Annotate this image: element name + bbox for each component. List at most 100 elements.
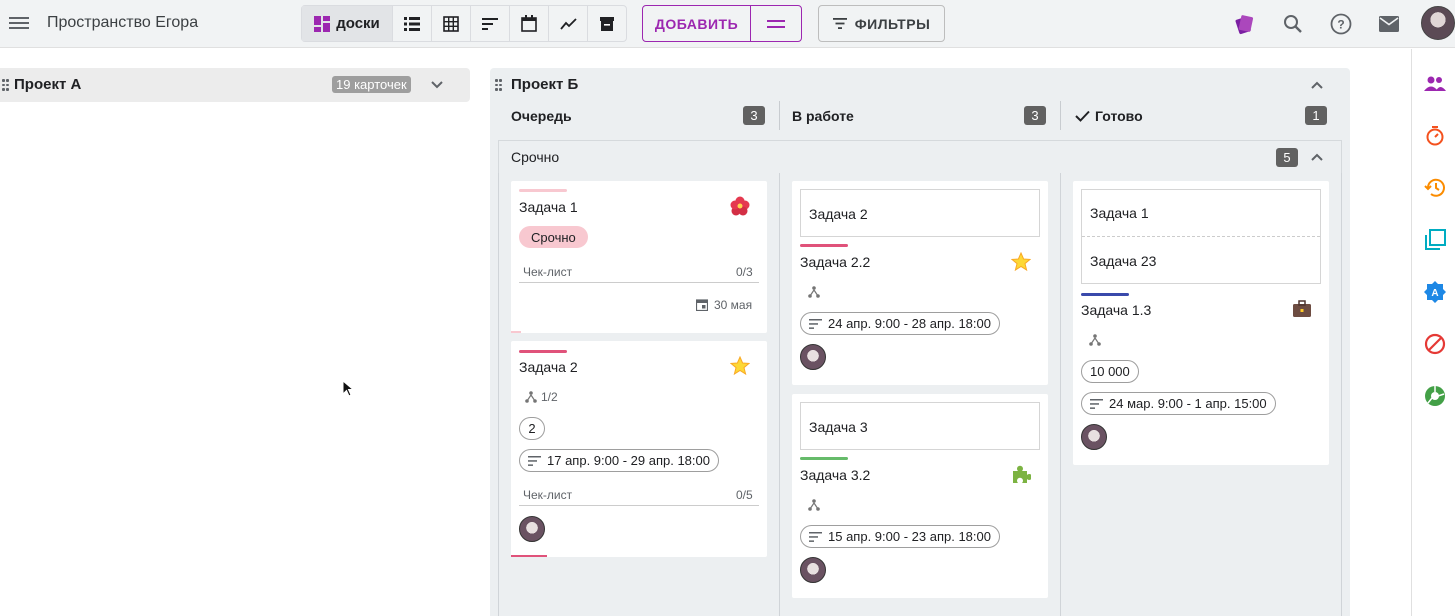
- period-field: 15 апр. 9:00 - 23 апр. 18:00: [800, 525, 1000, 548]
- period-text: 17 апр. 9:00 - 29 апр. 18:00: [547, 453, 710, 468]
- task-card[interactable]: Задача 1 Задача 23 Задача 1.3 10 000 24 …: [1073, 181, 1329, 465]
- boards-view-label: доски: [336, 15, 380, 32]
- top-bar: Пространство Егора доски ДОБАВИТЬ ФИЛЬТР…: [0, 0, 1455, 48]
- add-menu-button[interactable]: [751, 6, 801, 41]
- drag-handle-icon[interactable]: [495, 79, 503, 91]
- swimlane-count: 5: [1276, 148, 1298, 167]
- subtasks-icon: [808, 286, 820, 298]
- column-in-progress-count: 3: [1024, 106, 1046, 125]
- briefcase-icon: [1293, 300, 1311, 317]
- check-icon: [1075, 110, 1090, 122]
- add-button-group: ДОБАВИТЬ: [642, 5, 802, 42]
- block-icon[interactable]: [1424, 333, 1446, 355]
- right-sidebar: A: [1411, 49, 1455, 616]
- column-done-count: 1: [1305, 106, 1327, 125]
- parent-task[interactable]: Задача 2: [800, 189, 1040, 237]
- period-text: 24 апр. 9:00 - 28 апр. 18:00: [828, 316, 991, 331]
- parent-task-title: Задача 2: [809, 205, 868, 222]
- hibiscus-icon: [730, 196, 750, 216]
- star-icon: [1011, 252, 1031, 272]
- chart-view-button[interactable]: [548, 6, 587, 41]
- drag-lines-icon: [767, 19, 785, 28]
- checklist-progress: [519, 505, 759, 506]
- mail-icon[interactable]: [1377, 12, 1401, 36]
- chevron-down-icon[interactable]: [431, 81, 443, 89]
- column-divider: [779, 101, 780, 130]
- parent-task-title[interactable]: Задача 1: [1082, 190, 1320, 237]
- period-field: 24 мар. 9:00 - 1 апр. 15:00: [1081, 392, 1276, 415]
- tag-urgent[interactable]: Срочно: [519, 226, 588, 248]
- list-view-button[interactable]: [392, 6, 431, 41]
- drag-handle-icon[interactable]: [2, 79, 10, 91]
- chevron-up-icon[interactable]: [1311, 153, 1323, 161]
- card-title: Задача 2: [519, 359, 578, 375]
- hamburger-menu-icon[interactable]: [9, 14, 29, 34]
- number-field: 2: [519, 417, 545, 440]
- parent-task-title: Задача 3: [809, 418, 868, 435]
- filters-label: ФИЛЬТРЫ: [854, 15, 931, 32]
- task-card[interactable]: Задача 3 Задача 3.2 15 апр. 9:00 - 23 ап…: [792, 394, 1048, 598]
- subtasks-icon: [1089, 334, 1101, 346]
- parent-task-title[interactable]: Задача 23: [1082, 237, 1320, 284]
- column-divider: [779, 173, 780, 616]
- checklist-progress: [519, 282, 759, 283]
- column-queue-count: 3: [743, 106, 765, 125]
- gantt-view-button[interactable]: [470, 6, 509, 41]
- list-view-icon: [404, 16, 420, 31]
- swimlane-urgent[interactable]: Срочно 5: [498, 140, 1342, 173]
- number-field: 10 000: [1081, 360, 1139, 383]
- period-icon: [528, 455, 541, 466]
- task-card[interactable]: Задача 1 Срочно Чек-лист 0/3 30 мая: [511, 181, 767, 333]
- project-a-card-count: 19 карточек: [332, 76, 411, 93]
- chart-view-icon: [559, 17, 577, 30]
- period-icon: [809, 531, 822, 542]
- history-icon[interactable]: [1424, 177, 1446, 199]
- period-icon: [1090, 398, 1103, 409]
- progress-bar: [511, 331, 521, 333]
- layers-icon[interactable]: [1424, 229, 1446, 251]
- task-card[interactable]: Задача 2 Задача 2.2 24 апр. 9:00 - 28 ап…: [792, 181, 1048, 385]
- parent-task[interactable]: Задача 3: [800, 402, 1040, 450]
- filters-button[interactable]: ФИЛЬТРЫ: [818, 5, 945, 42]
- column-in-progress-title[interactable]: В работе: [792, 108, 854, 124]
- task-card[interactable]: Задача 2 1/2 2 17 апр. 9:00 - 29 апр. 18…: [511, 341, 767, 557]
- boards-icon: [314, 15, 331, 32]
- chevron-up-icon[interactable]: [1311, 81, 1323, 89]
- subtasks-count: 1/2: [541, 390, 558, 404]
- assignee-avatar[interactable]: [519, 516, 545, 542]
- calendar-icon: [696, 299, 708, 311]
- badge-a-icon[interactable]: A: [1424, 281, 1446, 303]
- table-view-button[interactable]: [431, 6, 470, 41]
- calendar-view-button[interactable]: [509, 6, 548, 41]
- assignee-avatar[interactable]: [1081, 424, 1107, 450]
- svg-text:?: ?: [1337, 18, 1344, 32]
- people-icon[interactable]: [1424, 73, 1446, 95]
- mouse-cursor-icon: [342, 380, 354, 397]
- column-divider: [1060, 173, 1061, 616]
- column-done-title[interactable]: Готово: [1095, 108, 1143, 124]
- period-field: 24 апр. 9:00 - 28 апр. 18:00: [800, 312, 1000, 335]
- parent-tasks: Задача 1 Задача 23: [1081, 189, 1321, 284]
- checklist-count: 0/5: [736, 488, 753, 502]
- assignee-avatar[interactable]: [800, 557, 826, 583]
- search-icon[interactable]: [1281, 12, 1305, 36]
- timer-icon[interactable]: [1424, 125, 1446, 147]
- cards-logo-icon[interactable]: [1232, 12, 1256, 36]
- column-divider: [1060, 101, 1061, 130]
- project-a-header[interactable]: Проект А 19 карточек: [0, 68, 470, 102]
- add-button[interactable]: ДОБАВИТЬ: [643, 6, 751, 41]
- period-icon: [809, 318, 822, 329]
- boards-view-button[interactable]: доски: [302, 6, 392, 41]
- project-b-title: Проект Б: [511, 76, 579, 93]
- star-icon: [730, 356, 750, 376]
- help-icon[interactable]: ?: [1329, 12, 1353, 36]
- column-queue-title[interactable]: Очередь: [511, 108, 572, 124]
- card-color-stripe: [519, 189, 567, 192]
- archive-view-button[interactable]: [587, 6, 626, 41]
- user-avatar[interactable]: [1421, 6, 1455, 40]
- project-a-title: Проект А: [14, 76, 82, 93]
- shutter-icon[interactable]: [1424, 385, 1446, 407]
- checklist-label: Чек-лист: [523, 488, 573, 502]
- archive-view-icon: [600, 16, 614, 31]
- assignee-avatar[interactable]: [800, 344, 826, 370]
